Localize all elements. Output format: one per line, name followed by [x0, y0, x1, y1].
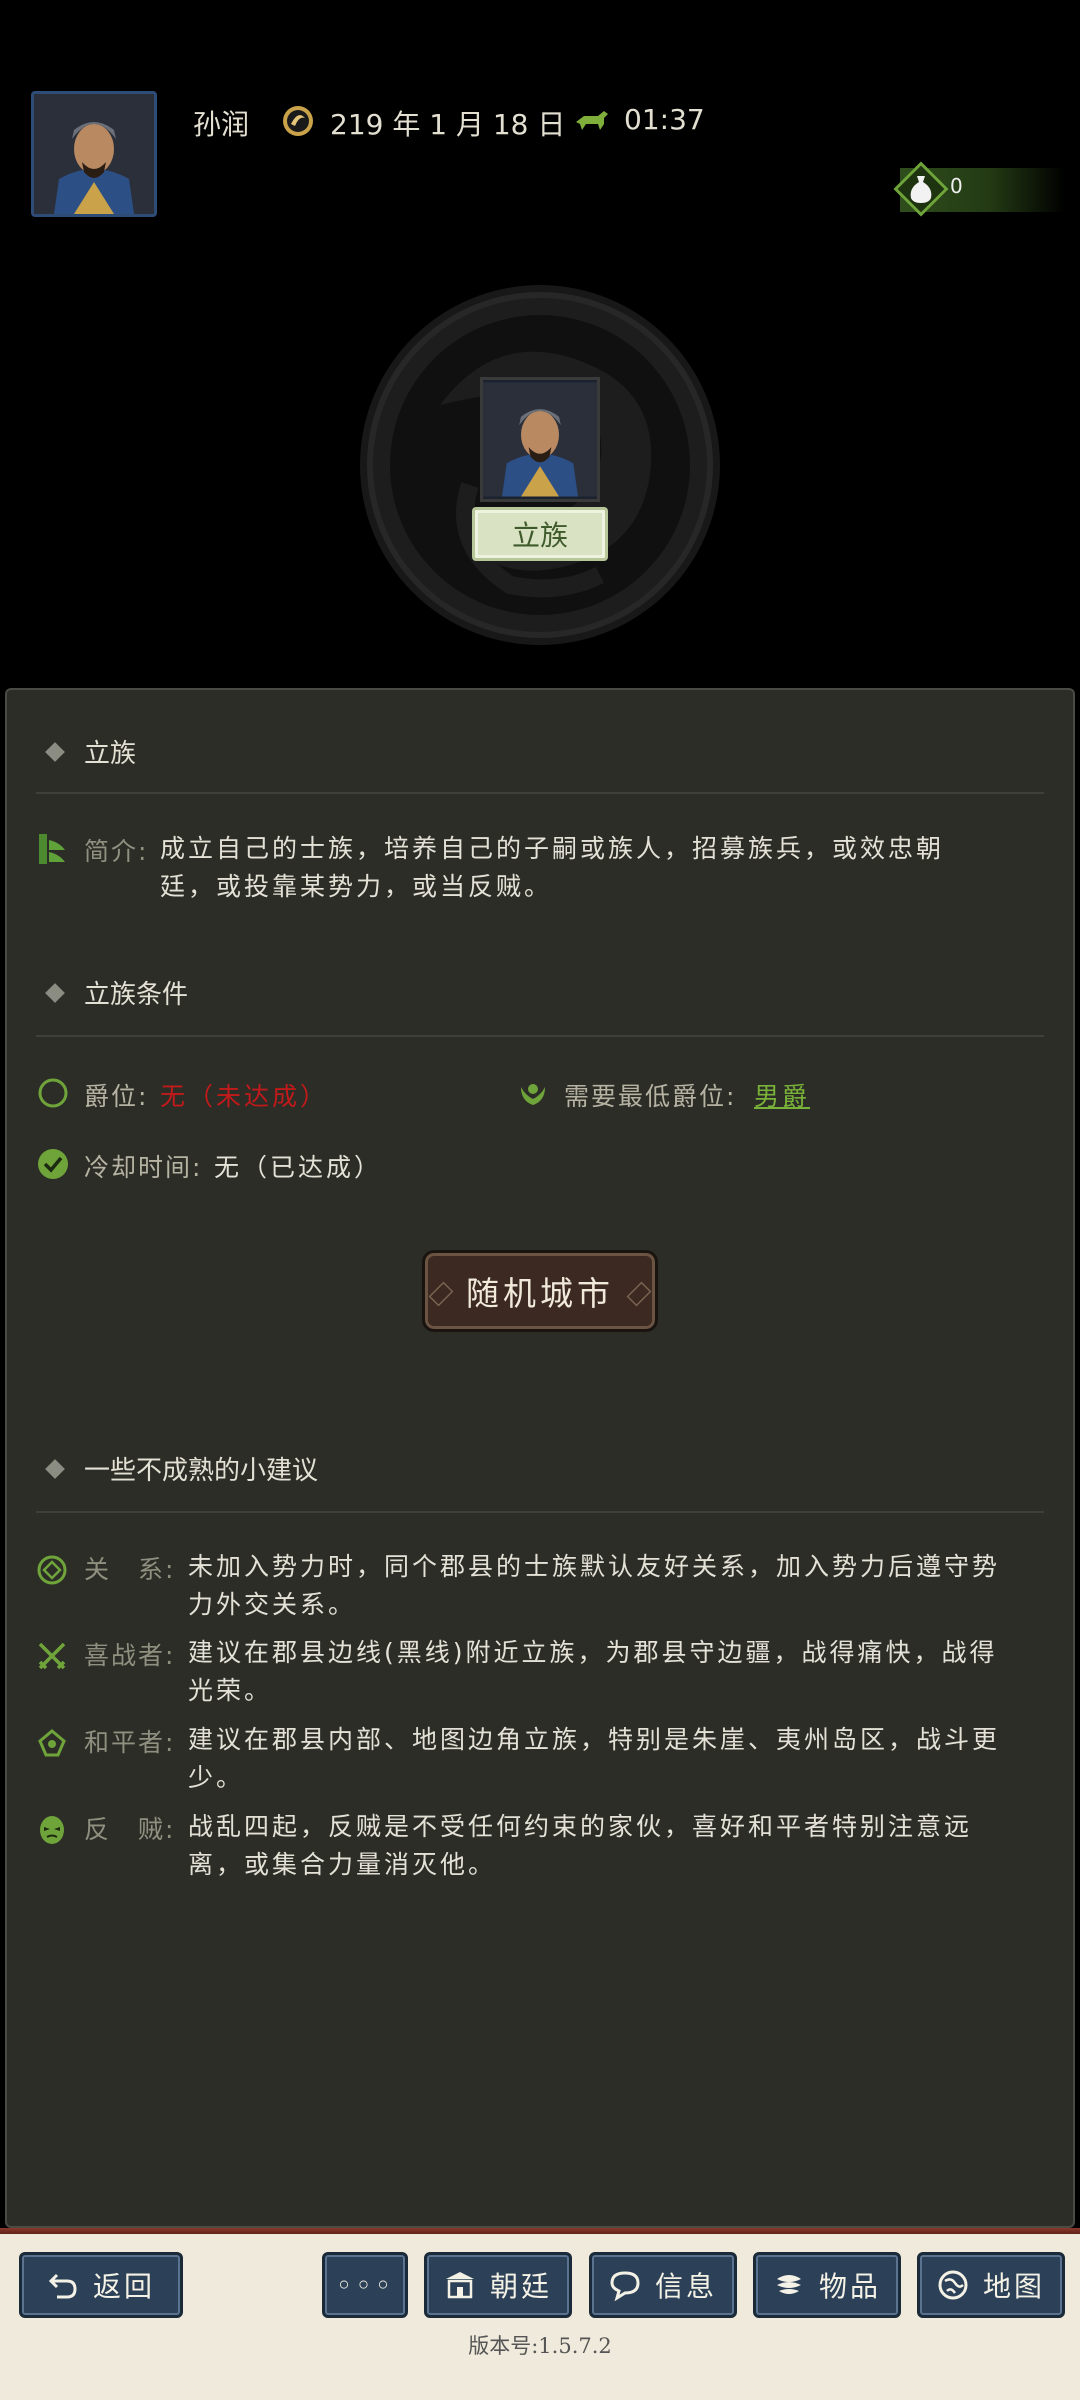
check-circle-icon — [38, 1149, 68, 1179]
items-button[interactable]: 物品 — [753, 2252, 901, 2318]
game-time: 01:37 — [624, 103, 705, 136]
back-label: 返回 — [92, 2270, 155, 2303]
back-button[interactable]: 返回 — [19, 2252, 183, 2318]
laurel-icon — [521, 1084, 545, 1105]
globe-icon — [938, 2270, 968, 2300]
divider — [36, 1511, 1044, 1513]
random-city-button[interactable]: 随机城市 — [422, 1250, 658, 1332]
tip-label: 和平者: — [84, 1728, 176, 1757]
min-rank-label: 需要最低爵位: — [564, 1082, 737, 1111]
random-city-label: 随机城市 — [466, 1274, 614, 1313]
more-button[interactable]: ◦◦◦ — [322, 2252, 408, 2318]
cooldown-label: 冷却时间: — [84, 1153, 203, 1182]
money-bag-icon — [910, 176, 932, 203]
divider — [36, 792, 1044, 794]
section-title-tips: 一些不成熟的小建议 — [45, 1450, 319, 1487]
more-label: ◦◦◦ — [335, 2268, 395, 2302]
items-label: 物品 — [818, 2270, 881, 2303]
diamond-bullet-icon — [45, 982, 65, 1003]
min-rank-link[interactable]: 男爵 — [754, 1077, 810, 1113]
info-button[interactable]: 信息 — [589, 2252, 737, 2318]
section-title-text: 立族 — [84, 739, 137, 769]
map-label: 地图 — [982, 2270, 1045, 2303]
peace-icon — [38, 1729, 66, 1757]
player-avatar[interactable] — [31, 91, 157, 217]
section-title-clan: 立族 — [45, 733, 137, 770]
tip-text: 建议在郡县内部、地图边角立族，特别是朱崖、夷州岛区，战斗更少。 — [188, 1725, 1001, 1792]
establish-clan-button[interactable]: 立族 — [472, 507, 608, 561]
divider — [36, 1035, 1044, 1037]
resource-value: 0 — [950, 174, 963, 198]
intro-text: 成立自己的士族，培养自己的子嗣或族人，招募族兵，或效忠朝廷，或投靠某势力，或当反… — [160, 834, 945, 901]
clan-leader-avatar[interactable] — [480, 377, 600, 502]
back-arrow-icon — [48, 2273, 77, 2299]
tip-text: 未加入势力时，同个郡县的士族默认友好关系，加入势力后遵守势力外交关系。 — [188, 1552, 1001, 1619]
unchecked-circle-icon — [38, 1078, 68, 1108]
tip-label: 喜战者: — [84, 1641, 176, 1670]
court-button[interactable]: 朝廷 — [424, 2252, 572, 2318]
sun-emblem-icon — [283, 106, 313, 136]
palace-icon — [445, 2272, 474, 2299]
court-label: 朝廷 — [489, 2270, 552, 2303]
section-title-text: 立族条件 — [84, 980, 189, 1010]
crossed-swords-icon — [38, 1642, 66, 1670]
section-title-conditions: 立族条件 — [45, 974, 189, 1011]
game-date: 219 年 1 月 18 日 — [330, 108, 566, 141]
diamond-bullet-icon — [45, 741, 65, 762]
info-label: 信息 — [654, 2270, 717, 2303]
section-title-text: 一些不成熟的小建议 — [84, 1456, 319, 1486]
button-ornament — [626, 1281, 652, 1307]
intro-label: 简介: — [84, 837, 149, 866]
button-ornament — [428, 1281, 454, 1307]
diamond-bullet-icon — [45, 1458, 65, 1479]
cooldown-value: 无（已达成） — [214, 1153, 383, 1182]
rebel-mask-icon — [40, 1816, 64, 1844]
tip-label: 关 系: — [84, 1555, 176, 1584]
chat-bubble-icon — [610, 2271, 640, 2301]
bundle-icon — [776, 2275, 801, 2294]
rank-value: 无（未达成） — [160, 1082, 329, 1111]
tip-text: 战乱四起，反贼是不受任何约束的家伙，喜好和平者特别注意远离，或集合力量消灭他。 — [188, 1812, 973, 1879]
horse-icon — [576, 111, 608, 130]
player-name: 孙润 — [193, 108, 250, 141]
map-button[interactable]: 地图 — [917, 2252, 1065, 2318]
rank-label: 爵位: — [84, 1082, 149, 1111]
tip-label: 反 贼: — [84, 1815, 176, 1844]
relation-icon — [37, 1555, 67, 1585]
bamboo-leaf-icon — [39, 834, 65, 864]
tip-text: 建议在郡县边线(黑线)附近立族，为郡县守边疆，战得痛快，战得光荣。 — [188, 1638, 998, 1705]
version-number: 版本号:1.5.7.2 — [468, 2334, 612, 2358]
